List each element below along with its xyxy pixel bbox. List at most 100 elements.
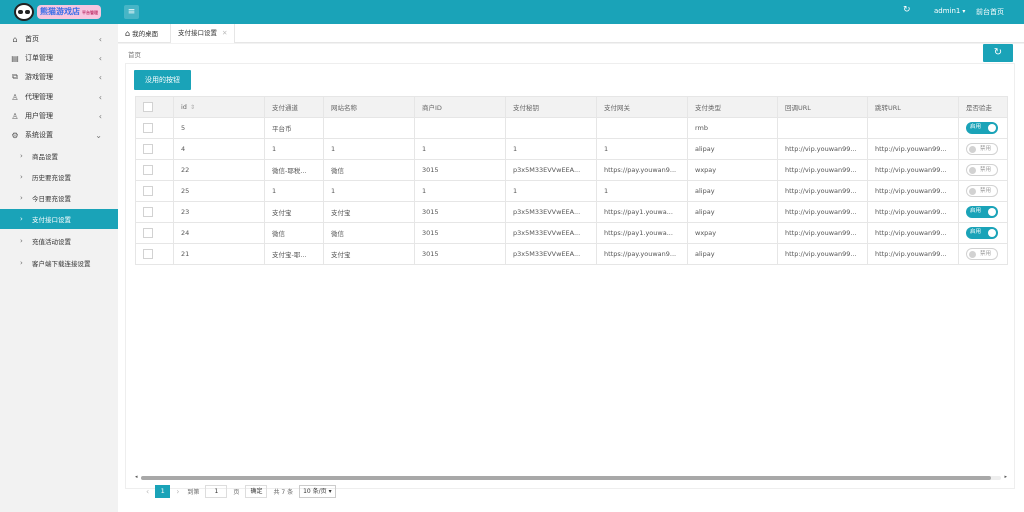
sidebar-item-agents[interactable]: ♙ 代理管理 ‹ [0, 87, 118, 107]
sidebar-sub-download[interactable]: › 客户端下载连接设置 [0, 253, 118, 273]
tab-payment-settings[interactable]: 支付接口设置 ✕ [170, 24, 236, 43]
page-size-select[interactable]: 10 条/页 ▾ [299, 484, 336, 498]
cell-site: 1 [323, 138, 415, 160]
cell-secret: p3x5M33EVVwEEA... [505, 222, 597, 244]
sidebar-item-settings[interactable]: ⚙ 系统设置 ⌄ [0, 125, 118, 145]
sidebar-item-games[interactable]: ⧉ 游戏管理 ‹ [0, 67, 118, 87]
row-select-cell[interactable] [135, 159, 174, 181]
refresh-icon[interactable]: ↻ [903, 5, 911, 15]
sidebar-item-orders[interactable]: ▤ 订单管理 ‹ [0, 48, 118, 68]
cell-redirect: http://vip.youwan99... [867, 201, 959, 223]
cell-type: wxpay [687, 159, 778, 181]
row-checkbox[interactable] [143, 207, 153, 217]
enable-toggle[interactable]: 禁用 [966, 143, 998, 155]
select-all-checkbox[interactable] [143, 102, 153, 112]
chevron-left-icon: ‹ [98, 92, 102, 102]
cell-secret: p3x5M33EVVwEEA... [505, 201, 597, 223]
cell-type: alipay [687, 243, 778, 265]
row-checkbox[interactable] [143, 228, 153, 238]
cell-enabled: 禁用 [958, 243, 1008, 265]
breadcrumb[interactable]: 首页 [128, 49, 141, 59]
frontend-home-link[interactable]: 前台首页 [976, 7, 1004, 17]
cell-enabled: 禁用 [958, 138, 1008, 160]
sidebar-sub-recharge[interactable]: › 充值活动设置 [0, 231, 118, 251]
sidebar-sub-payment[interactable]: › 支付接口设置 [0, 209, 118, 229]
sidebar-sub-label: 充值活动设置 [32, 238, 71, 246]
row-checkbox[interactable] [143, 186, 153, 196]
row-select-cell[interactable] [135, 180, 174, 202]
sidebar-item-home[interactable]: ⌂ 首页 ‹ [0, 29, 118, 49]
enable-toggle[interactable]: 禁用 [966, 185, 998, 197]
main-content: 首页 ↻ 没用的按钮 id ⇕ 支付通道 网站名称 商户ID 支付秘钥 支付网关 … [118, 44, 1024, 512]
chevron-right-icon: › [20, 259, 23, 267]
cell-secret: p3x5M33EVVwEEA... [505, 243, 597, 265]
cell-callback: http://vip.youwan99... [777, 243, 868, 265]
cell-secret: p3x5M33EVVwEEA... [505, 159, 597, 181]
cell-channel: 1 [264, 180, 324, 202]
cell-merchant: 1 [414, 138, 506, 160]
logo-text: 熊猫游戏店 平台管理 [37, 5, 101, 19]
enable-toggle[interactable]: 启用 [966, 206, 998, 218]
logo[interactable]: 熊猫游戏店 平台管理 [14, 2, 110, 22]
goto-confirm-button[interactable]: 确定 [245, 484, 268, 498]
user-menu[interactable]: admin1 ▾ [934, 7, 965, 15]
select-all-cell[interactable] [135, 96, 174, 118]
enable-toggle[interactable]: 禁用 [966, 248, 998, 260]
cell-site: 微信 [323, 159, 415, 181]
cell-callback: http://vip.youwan99... [777, 180, 868, 202]
scroll-left-icon[interactable]: ◂ [135, 474, 138, 480]
cell-redirect: http://vip.youwan99... [867, 243, 959, 265]
refresh-button[interactable]: ↻ [983, 44, 1013, 62]
tab-label: 支付接口设置 [178, 29, 217, 37]
row-select-cell[interactable] [135, 222, 174, 244]
row-select-cell[interactable] [135, 117, 174, 139]
table-row[interactable]: 24 微信 微信 3015 p3x5M33EVVwEEA... https://pay1.… [135, 222, 1008, 244]
cell-gateway [596, 117, 688, 139]
row-checkbox[interactable] [143, 165, 153, 175]
close-icon[interactable]: ✕ [222, 29, 227, 37]
horizontal-scrollbar[interactable]: ◂ ▸ [135, 474, 1007, 481]
sidebar-sub-label: 支付接口设置 [32, 216, 71, 224]
page-current[interactable]: 1 [155, 484, 171, 498]
scroll-thumb[interactable] [141, 476, 991, 480]
cell-type: rmb [687, 117, 778, 139]
sidebar-sub-goods[interactable]: › 商品设置 [0, 146, 118, 166]
table-row[interactable]: 23 支付宝 支付宝 3015 p3x5M33EVVwEEA... https://pay… [135, 201, 1008, 223]
goto-page-input[interactable]: 1 [205, 484, 228, 498]
sort-icon[interactable]: ⇕ [190, 104, 195, 111]
table-row[interactable]: 5 平台币 rmb 启用 [135, 117, 1008, 139]
prev-page-icon[interactable]: ‹ [146, 487, 149, 496]
cell-gateway: https://pay.youwan9... [596, 243, 688, 265]
enable-toggle[interactable]: 启用 [966, 227, 998, 239]
row-checkbox[interactable] [143, 249, 153, 259]
table-row[interactable]: 21 支付宝-耶... 支付宝 3015 p3x5M33EVVwEEA... https:… [135, 243, 1008, 265]
col-type: 支付类型 [687, 96, 778, 118]
scroll-right-icon[interactable]: ▸ [1004, 474, 1007, 480]
cell-enabled: 启用 [958, 222, 1008, 244]
useless-button[interactable]: 没用的按钮 [134, 70, 191, 90]
row-select-cell[interactable] [135, 138, 174, 160]
enable-toggle[interactable]: 禁用 [966, 164, 998, 176]
sidebar-sub-history[interactable]: › 历史要充设置 [0, 167, 118, 187]
table-row[interactable]: 4 1 1 1 1 1 alipay http://vip.youwan99... http:/… [135, 138, 1008, 160]
col-id[interactable]: id ⇕ [173, 96, 265, 118]
chevron-right-icon: › [20, 173, 23, 181]
sidebar-item-users[interactable]: ♙ 用户管理 ‹ [0, 106, 118, 126]
row-checkbox[interactable] [143, 123, 153, 133]
sidebar-item-label: 订单管理 [25, 54, 53, 62]
pagination: ‹ 1 › 到第 1 页 确定 共 7 条 10 条/页 ▾ [140, 484, 336, 498]
table-row[interactable]: 25 1 1 1 1 1 alipay http://vip.youwan99... http:… [135, 180, 1008, 202]
row-select-cell[interactable] [135, 201, 174, 223]
row-select-cell[interactable] [135, 243, 174, 265]
menu-toggle-icon[interactable]: ≡ [124, 5, 139, 19]
gear-icon: ⚙ [11, 130, 19, 140]
sidebar-item-label: 首页 [25, 35, 39, 43]
enable-toggle[interactable]: 启用 [966, 122, 998, 134]
cell-type: alipay [687, 180, 778, 202]
sidebar-sub-today[interactable]: › 今日要充设置 [0, 188, 118, 208]
tab-desktop[interactable]: ⌂ 我的桌面 [118, 24, 165, 43]
next-page-icon[interactable]: › [176, 487, 179, 496]
row-checkbox[interactable] [143, 144, 153, 154]
col-callback: 回调URL [777, 96, 868, 118]
table-row[interactable]: 22 微信-耶税... 微信 3015 p3x5M33EVVwEEA... https:/… [135, 159, 1008, 181]
